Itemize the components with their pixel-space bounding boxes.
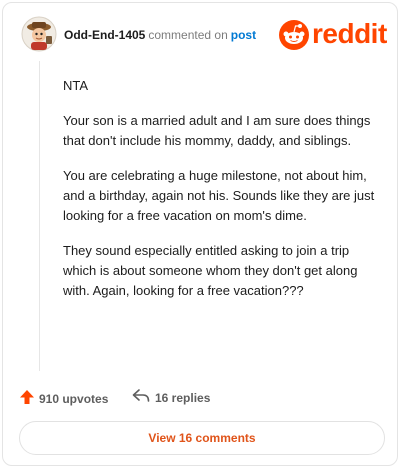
upvote-count: 910 upvotes [39,391,109,406]
thread-line[interactable] [39,61,40,371]
upvote-arrow-icon [19,389,39,408]
comment-meta: Odd-End-1405 commented on post [64,28,256,42]
comment-paragraph: You are celebrating a huge milestone, no… [63,168,375,223]
reply-arrow-icon [132,389,155,406]
upvote-button[interactable]: 910 upvotes [19,389,108,408]
view-comments-button[interactable]: View 16 comments [19,421,385,455]
avatar-icon[interactable] [21,16,57,52]
reddit-wordmark: reddit [312,18,387,49]
comment-header: Odd-End-1405 commented on post reddit [3,3,397,63]
comment-paragraph: NTA [63,78,89,93]
replies-button[interactable]: 16 replies [132,389,210,406]
action-text: commented on [148,28,228,42]
comment-actions: 910 upvotes 16 replies [19,387,379,409]
reply-count: 16 replies [155,390,211,405]
username[interactable]: Odd-End-1405 [64,28,145,42]
reddit-logo: reddit [279,18,389,52]
comment-paragraph: Your son is a married adult and I am sur… [63,113,371,148]
comment-card: Odd-End-1405 commented on post reddit NT… [2,2,398,466]
post-link[interactable]: post [231,28,256,42]
reddit-snoo-icon [279,20,309,50]
comment-body: NTA Your son is a married adult and I am… [63,76,383,316]
comment-paragraph: They sound especially entitled asking to… [63,243,358,298]
